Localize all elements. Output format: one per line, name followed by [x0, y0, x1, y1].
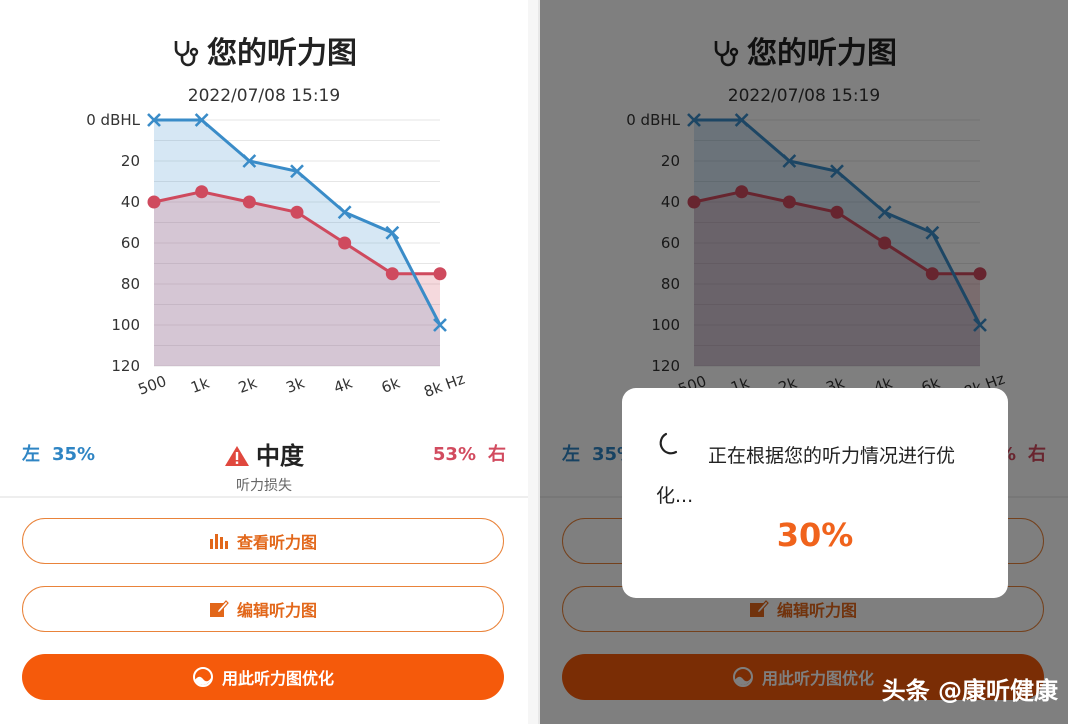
- ear-wave-icon: [192, 667, 213, 687]
- y-tick-label: 60: [121, 234, 140, 252]
- y-tick-label: 80: [121, 275, 140, 293]
- optimizing-dialog: 正在根据您的听力情况进行优化... 30%: [622, 388, 1008, 598]
- x-tick-label: 2k: [236, 374, 260, 397]
- right-ear-value: 53%: [432, 444, 476, 465]
- section-divider: [0, 496, 528, 498]
- y-tick-label: 100: [111, 316, 140, 334]
- level-subtitle: 听力损失: [236, 478, 292, 494]
- page-title: 您的听力图: [0, 28, 528, 72]
- progress-percent: 30%: [776, 516, 854, 554]
- y-tick-label: 120: [111, 357, 140, 375]
- warning-icon: [225, 446, 249, 466]
- x-tick-label: 1k: [188, 374, 212, 397]
- optimize-button[interactable]: 用此听力图优化: [22, 654, 504, 700]
- level-text: 中度: [256, 442, 304, 470]
- x-tick-label: 6k: [379, 374, 403, 397]
- screen-audiogram: 您的听力图 2022/07/08 15:19 0 dBHL 20 40 60 80 100…: [0, 0, 528, 724]
- loading-overlay: 正在根据您的听力情况进行优化... 30%: [540, 0, 1068, 724]
- series-2-point: [290, 205, 304, 219]
- view-audiogram-label: 查看听力图: [236, 533, 317, 552]
- screen-audiogram-optimizing: 您的听力图 2022/07/08 15:19 0 dBHL20406080100…: [540, 0, 1068, 724]
- x-tick-label: 8k Hz: [421, 370, 467, 401]
- edit-icon: [209, 600, 229, 617]
- series-2-point: [147, 195, 161, 209]
- x-tick-label: 3k: [284, 374, 308, 397]
- edit-audiogram-label: 编辑听力图: [236, 601, 317, 620]
- right-ear-stat: 53% 右: [433, 440, 506, 466]
- x-tick-label: 4k: [331, 374, 355, 397]
- series-2-point: [195, 185, 209, 199]
- view-audiogram-button[interactable]: 查看听力图: [22, 518, 504, 564]
- page-title-text: 您的听力图: [207, 36, 357, 71]
- series-2-point: [433, 267, 447, 281]
- series-2-point: [338, 236, 352, 250]
- edit-audiogram-button[interactable]: 编辑听力图: [22, 586, 504, 632]
- optimize-label: 用此听力图优化: [221, 669, 334, 688]
- y-tick-label: 20: [121, 152, 140, 170]
- y-tick-label: 0 dBHL: [86, 111, 140, 129]
- y-tick-label: 40: [121, 193, 140, 211]
- audiogram-chart: 0 dBHL 20 40 60 80 100 120500 1k 2k 3k 4k 6k 8k Hz: [86, 111, 467, 401]
- dialog-message: 正在根据您的听力情况进行优化...: [656, 445, 956, 507]
- watermark: 头条 @康听健康: [881, 677, 1058, 705]
- right-ear-label: 右: [488, 444, 506, 465]
- bar-chart-icon: [209, 534, 228, 549]
- level-row: 中度: [224, 442, 304, 470]
- series-2-point: [242, 195, 256, 209]
- series-2-point: [385, 267, 399, 281]
- x-tick-label: 500: [136, 372, 169, 399]
- stethoscope-icon: [174, 41, 199, 67]
